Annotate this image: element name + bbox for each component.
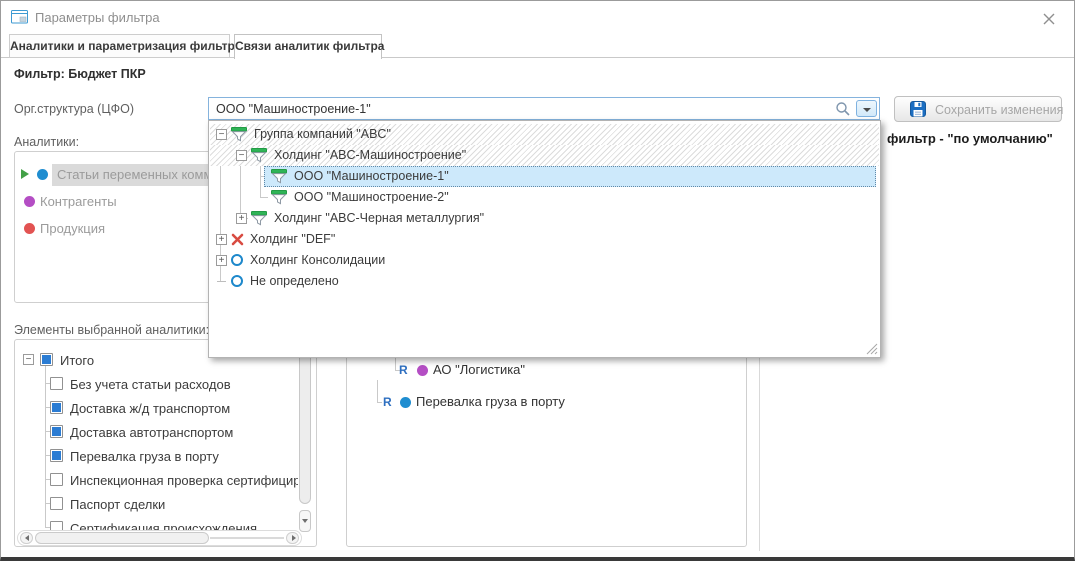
dropdown-item-label: Холдинг "ABC-Черная металлургия" xyxy=(274,211,484,225)
elements-label: Элементы выбранной аналитики: xyxy=(14,323,209,337)
elements-scroll-down-button[interactable] xyxy=(299,510,311,532)
checkbox-unchecked[interactable] xyxy=(50,497,63,510)
element-tree-item[interactable]: Без учета статьи расходов xyxy=(15,374,298,396)
dropdown-item-label: Холдинг Консолидации xyxy=(250,253,385,267)
checkbox-checked[interactable] xyxy=(50,401,63,414)
dropdown-tree-item[interactable]: ООО "Машиностроение-2" xyxy=(210,187,879,208)
link-type-badge: R xyxy=(399,363,408,377)
dropdown-tree-item[interactable]: ООО "Машиностроение-1" xyxy=(210,166,879,187)
elements-tree: − Итого Без учета статьи расходов Доставка … xyxy=(14,339,317,547)
org-structure-label: Орг.структура (ЦФО) xyxy=(14,102,134,116)
dropdown-item-label: Не определено xyxy=(250,274,339,288)
analytics-color-dot xyxy=(37,169,48,180)
funnel-icon xyxy=(231,127,247,142)
funnel-icon xyxy=(271,169,287,184)
analytics-label: Аналитики: xyxy=(14,135,79,149)
default-filter-note: фильтр - "по умолчанию" xyxy=(887,131,1053,146)
dropdown-item-label: Холдинг "DEF" xyxy=(250,232,335,246)
tab-analytics-links[interactable]: Связи аналитик фильтра xyxy=(234,34,382,59)
org-structure-dropdown: −Группа компаний "ABC"−Холдинг "ABC-Маши… xyxy=(208,120,881,358)
scrollbar-track xyxy=(210,537,284,539)
elements-vertical-scrollbar-thumb[interactable] xyxy=(299,346,311,504)
element-item-label: Доставка автотранспортом xyxy=(70,425,233,440)
analytics-item-label: Статьи переменных комм xyxy=(57,167,212,182)
analytics-item-label: Контрагенты xyxy=(40,194,117,209)
checkbox-checked[interactable] xyxy=(50,449,63,462)
analytics-color-dot xyxy=(24,196,35,207)
element-item-label: Паспорт сделки xyxy=(70,497,165,512)
elements-horizontal-scrollbar[interactable] xyxy=(17,530,302,546)
element-tree-item[interactable]: Доставка автотранспортом xyxy=(15,422,298,444)
element-tree-item[interactable]: Паспорт сделки xyxy=(15,494,298,516)
element-item-label: Перевалка груза в порту xyxy=(70,449,219,464)
expand-icon[interactable]: + xyxy=(216,234,227,245)
link-type-badge: R xyxy=(383,395,392,409)
arrow-down-icon xyxy=(302,519,308,523)
analytics-item-label: Продукция xyxy=(40,221,105,236)
dropdown-tree-item[interactable]: + Холдинг "ABC-Черная металлургия" xyxy=(210,208,879,229)
search-icon[interactable] xyxy=(835,101,851,117)
tree-leaf-dash xyxy=(217,281,226,282)
element-item-label: Инспекционная проверка сертифициро xyxy=(70,473,298,488)
resize-grip[interactable] xyxy=(865,342,878,355)
excluded-x-icon xyxy=(231,233,244,246)
floppy-disk-icon xyxy=(910,101,926,117)
dropdown-tree-item[interactable]: + Холдинг Консолидации xyxy=(210,250,879,271)
expand-icon[interactable]: + xyxy=(216,255,227,266)
expand-icon[interactable]: + xyxy=(236,213,247,224)
dropdown-tree-item[interactable]: + Холдинг "DEF" xyxy=(210,229,879,250)
window-title: Параметры фильтра xyxy=(35,10,160,25)
chevron-down-icon xyxy=(863,108,871,112)
element-item-label: Без учета статьи расходов xyxy=(70,377,231,392)
scroll-right-button[interactable] xyxy=(286,532,299,544)
arrow-right-icon xyxy=(292,535,296,541)
filter-name-label: Фильтр: Бюджет ПКР xyxy=(14,67,146,81)
play-arrow-icon xyxy=(21,169,29,179)
dropdown-item-label: ООО "Машиностроение-2" xyxy=(294,190,449,204)
tab-analytics-parametrization[interactable]: Аналитики и параметризация фильтра xyxy=(9,34,230,58)
org-structure-value: ООО "Машиностроение-1" xyxy=(216,102,371,116)
link-color-dot xyxy=(400,397,411,408)
save-changes-label: Сохранить изменения xyxy=(935,103,1063,117)
checkbox-checked[interactable] xyxy=(40,353,53,366)
collapse-icon[interactable]: − xyxy=(216,129,227,140)
circle-outline-icon xyxy=(231,275,243,287)
checkbox-unchecked[interactable] xyxy=(50,473,63,486)
window-app-icon xyxy=(11,10,28,24)
checkbox-checked[interactable] xyxy=(50,425,63,438)
filter-parameters-dialog: Параметры фильтра Аналитики и параметриз… xyxy=(0,0,1075,561)
link-tree-item[interactable]: R Перевалка груза в порту xyxy=(347,392,746,412)
funnel-icon xyxy=(251,148,267,163)
save-changes-button[interactable]: Сохранить изменения xyxy=(894,96,1062,122)
checkbox-unchecked[interactable] xyxy=(50,377,63,390)
dropdown-tree-item[interactable]: − Группа компаний "ABC" xyxy=(210,124,879,145)
collapse-icon[interactable]: − xyxy=(23,354,34,365)
combobox-dropdown-button[interactable] xyxy=(856,100,877,117)
element-tree-item[interactable]: Доставка ж/д транспортом xyxy=(15,398,298,420)
scroll-left-button[interactable] xyxy=(20,532,33,544)
dropdown-item-label: Холдинг "ABC-Машиностроение" xyxy=(274,148,466,162)
org-structure-combobox[interactable]: ООО "Машиностроение-1" xyxy=(208,97,880,120)
link-color-dot xyxy=(417,365,428,376)
analytics-color-dot xyxy=(24,223,35,234)
funnel-icon xyxy=(271,190,287,205)
element-item-label: Итого xyxy=(60,353,94,368)
circle-outline-icon xyxy=(231,254,243,266)
link-item-label: Перевалка груза в порту xyxy=(416,394,565,409)
dropdown-tree-item[interactable]: − Холдинг "ABC-Машиностроение" xyxy=(210,145,879,166)
close-icon[interactable] xyxy=(1042,12,1058,28)
funnel-icon xyxy=(251,211,267,226)
dropdown-item-label: ООО "Машиностроение-1" xyxy=(294,169,449,183)
collapse-icon[interactable]: − xyxy=(236,150,247,161)
element-tree-item[interactable]: Перевалка груза в порту xyxy=(15,446,298,468)
link-item-label: АО "Логистика" xyxy=(433,362,525,377)
dropdown-item-label: Группа компаний "ABC" xyxy=(254,127,391,141)
element-item-label: Доставка ж/д транспортом xyxy=(70,401,230,416)
link-tree-item[interactable]: R АО "Логистика" xyxy=(347,360,746,380)
element-tree-item[interactable]: Инспекционная проверка сертифициро xyxy=(15,470,298,492)
dropdown-tree-item[interactable]: Не определено xyxy=(210,271,879,292)
elements-horizontal-scrollbar-thumb[interactable] xyxy=(35,532,209,544)
arrow-left-icon xyxy=(25,535,29,541)
